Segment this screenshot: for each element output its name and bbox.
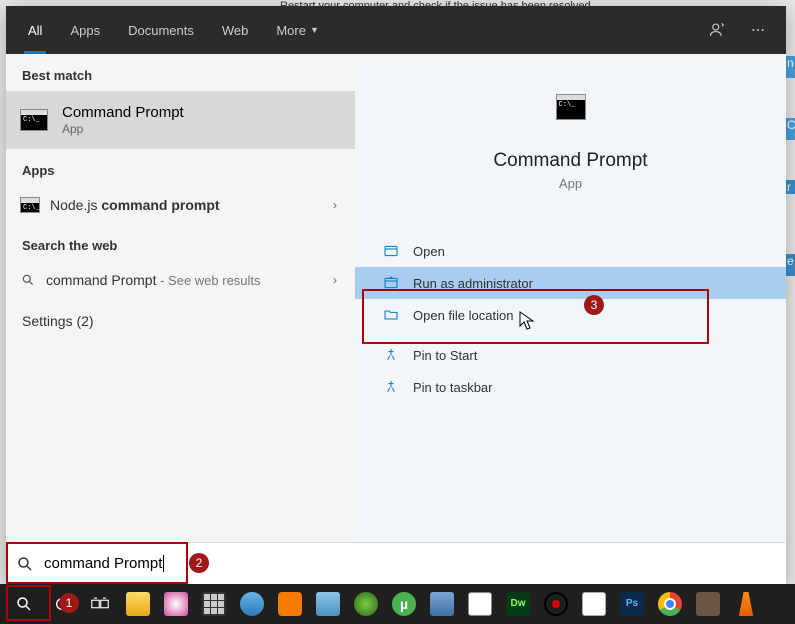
taskbar-calculator[interactable] [196,586,232,622]
app-result-nodejs[interactable]: Node.js command prompt › [6,186,355,224]
tab-apps[interactable]: Apps [56,6,114,54]
taskbar-xampp[interactable] [272,586,308,622]
taskbar-app-5[interactable] [424,586,460,622]
search-tabs: All Apps Documents Web More▼ [6,6,786,54]
taskbar-app-3[interactable] [310,586,346,622]
taskbar-file-explorer[interactable] [120,586,156,622]
taskbar-vlc[interactable] [728,586,764,622]
web-result-item[interactable]: command Prompt - See web results › [6,261,355,299]
action-open[interactable]: Open [355,235,786,267]
details-subtitle: App [559,176,582,191]
mouse-cursor [519,311,535,331]
feedback-icon[interactable] [698,21,738,39]
annotation-badge-3: 3 [584,295,604,315]
taskbar-dreamweaver[interactable]: Dw [500,586,536,622]
taskbar: µ Dw Ps [0,584,795,624]
action-pin-to-start[interactable]: Pin to Start [355,339,786,371]
search-web-header: Search the web [6,224,355,261]
tab-web[interactable]: Web [208,6,263,54]
action-run-as-administrator[interactable]: Run as administrator [355,267,786,299]
command-prompt-icon-large [556,94,586,120]
best-match-header: Best match [6,54,355,91]
taskbar-search-button[interactable] [6,586,42,622]
taskbar-record[interactable] [538,586,574,622]
action-pin-taskbar-label: Pin to taskbar [413,380,493,395]
chevron-right-icon: › [333,198,337,212]
taskbar-app-6[interactable] [576,586,612,622]
taskbar-chrome[interactable] [652,586,688,622]
terminal-icon [20,197,40,213]
tab-documents[interactable]: Documents [114,6,208,54]
chevron-down-icon: ▼ [310,25,319,35]
action-pin-start-label: Pin to Start [413,348,477,363]
best-match-title: Command Prompt [62,104,184,121]
command-prompt-icon [20,109,48,131]
taskbar-utorrent[interactable]: µ [386,586,422,622]
annotation-badge-2: 2 [189,553,209,573]
search-icon [20,272,36,288]
action-pin-to-taskbar[interactable]: Pin to taskbar [355,371,786,403]
action-open-file-location[interactable]: Open file location [355,299,786,331]
apps-header: Apps [6,149,355,186]
tab-more[interactable]: More▼ [262,6,333,54]
more-options-icon[interactable] [738,22,778,38]
search-icon [16,555,34,573]
best-match-subtitle: App [62,122,184,136]
chevron-right-icon: › [333,273,337,287]
taskbar-task-view-button[interactable] [82,586,118,622]
taskbar-notepad[interactable] [462,586,498,622]
details-pane: Command Prompt App Open Run as administr… [355,54,786,542]
app-result-label: Node.js command prompt [50,197,220,213]
action-run-admin-label: Run as administrator [413,276,533,291]
action-open-label: Open [413,244,445,259]
annotation-badge-1: 1 [59,593,79,613]
results-list: Best match Command Prompt App Apps Node.… [6,54,355,542]
search-input[interactable]: command Prompt [6,542,786,584]
taskbar-app-1[interactable] [158,586,194,622]
action-open-location-label: Open file location [413,308,513,323]
web-result-label: command Prompt - See web results [46,272,261,288]
windows-search-panel: All Apps Documents Web More▼ Best match … [6,6,786,584]
background-fragment: nCr e [785,56,795,316]
settings-header[interactable]: Settings (2) [6,299,355,337]
search-input-value: command Prompt [44,555,162,572]
best-match-result[interactable]: Command Prompt App [6,91,355,149]
taskbar-app-4[interactable] [348,586,384,622]
taskbar-app-2[interactable] [234,586,270,622]
tab-all[interactable]: All [14,6,56,54]
taskbar-photoshop[interactable]: Ps [614,586,650,622]
details-title: Command Prompt [493,150,647,172]
taskbar-gimp[interactable] [690,586,726,622]
